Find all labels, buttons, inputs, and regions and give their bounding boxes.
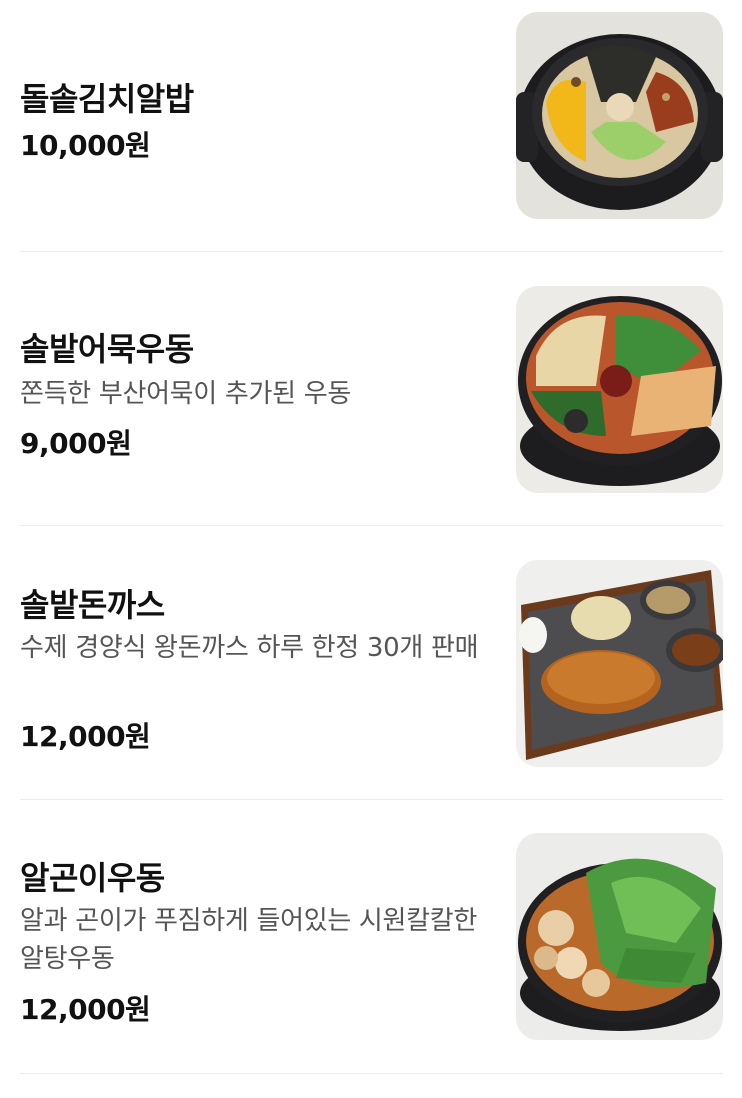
stone-pot-rice-photo	[516, 12, 723, 219]
roe-udon-photo	[516, 833, 723, 1040]
menu-item-description: 알과 곤이가 푸짐하게 들어있는 시원칼칼한 알탕우동	[20, 906, 478, 974]
menu-item-name: 솔밭돈까스	[20, 586, 165, 624]
menu-item-name: 돌솥김치알밥	[20, 80, 194, 118]
menu-item-price: 12,000원	[20, 720, 151, 753]
menu-item-price: 12,000원	[20, 993, 151, 1026]
menu-item-price: 9,000원	[20, 427, 132, 460]
menu-item-fishcake-udon[interactable]: 솔밭어묵우동 쫀득한 부산어묵이 추가된 우동 9,000원	[20, 286, 723, 493]
divider	[20, 799, 723, 800]
divider	[20, 251, 723, 252]
menu-item-name: 솔밭어묵우동	[20, 330, 194, 368]
menu-item-kimchi-albap[interactable]: 돌솥김치알밥 10,000원	[20, 12, 723, 219]
menu-item-pork-cutlet[interactable]: 솔밭돈까스 수제 경양식 왕돈까스 하루 한정 30개 판매 12,000원	[20, 560, 723, 767]
fishcake-udon-photo	[516, 286, 723, 493]
menu-item-price: 10,000원	[20, 129, 151, 162]
pork-cutlet-photo	[516, 560, 723, 767]
menu-item-description: 수제 경양식 왕돈까스 하루 한정 30개 판매	[20, 633, 479, 663]
menu-item-description: 쫀득한 부산어묵이 추가된 우동	[20, 379, 351, 409]
menu-item-name: 알곤이우동	[20, 859, 165, 897]
menu-item-roe-udon[interactable]: 알곤이우동 알과 곤이가 푸짐하게 들어있는 시원칼칼한 알탕우동 12,000…	[20, 833, 723, 1040]
divider	[20, 1073, 723, 1074]
divider	[20, 525, 723, 526]
